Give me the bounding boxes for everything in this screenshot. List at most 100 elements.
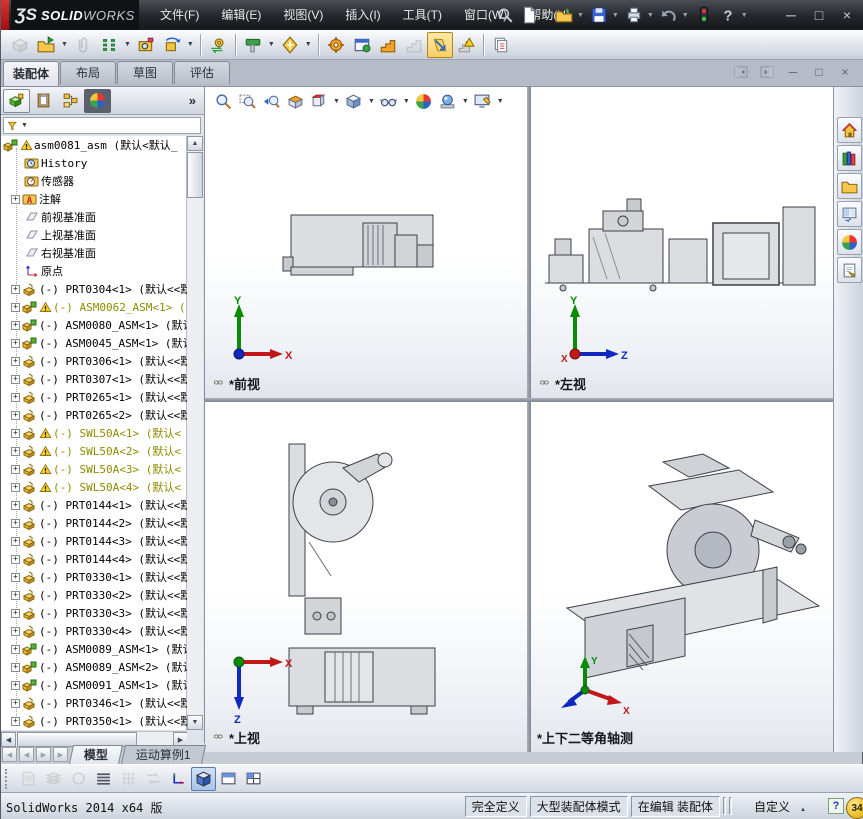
tangent-edges-button[interactable] — [91, 767, 116, 791]
design-library-button[interactable] — [836, 145, 862, 171]
tree-item[interactable]: + (-) PRT0330<3> (默认<<默 — [1, 604, 187, 622]
tree-item[interactable]: + (-) PRT0144<1> (默认<<默 — [1, 496, 187, 514]
tree-expand-button[interactable]: + — [11, 410, 20, 420]
move-component-button[interactable] — [205, 32, 231, 58]
dropdown-caret-icon[interactable]: ▼ — [368, 98, 375, 105]
rotate-component-button[interactable] — [159, 32, 185, 58]
shaded-with-edges-button[interactable] — [191, 766, 216, 791]
doc-restore-button[interactable]: □ — [810, 64, 828, 80]
featuremanager-tab[interactable] — [3, 88, 30, 113]
study-nav-last-button[interactable]: ▶ — [53, 747, 68, 762]
previous-view-button[interactable] — [259, 90, 283, 114]
simulation-button[interactable] — [323, 32, 349, 58]
study-nav-first-button[interactable]: ◀ — [2, 747, 17, 762]
customize-status-button[interactable]: 自定义 ▲ — [746, 797, 816, 816]
dropdown-caret-icon[interactable]: ▼ — [187, 41, 194, 48]
viewport-top[interactable]: X Z *上视 — [205, 402, 527, 752]
rebuild-traffic-light-button[interactable] — [692, 3, 716, 27]
solidworks-resources-button[interactable] — [836, 117, 862, 143]
tree-expand-button[interactable]: + — [11, 302, 20, 312]
appearances-scenes-button[interactable] — [836, 229, 862, 255]
tree-item[interactable]: 原点 — [1, 262, 187, 280]
tree-item[interactable]: + (-) ASM0091_ASM<1> (默认 — [1, 676, 187, 694]
menu-item[interactable]: 工具(T) — [392, 0, 453, 30]
dropdown-caret-icon[interactable]: ▼ — [268, 41, 275, 48]
tree-vertical-scrollbar[interactable]: ▲ ▼ — [186, 136, 203, 730]
tree-item[interactable]: + (-) SWL50A<2> (默认< — [1, 442, 187, 460]
component-pattern-button[interactable] — [96, 32, 122, 58]
tree-expand-button[interactable]: + — [11, 374, 20, 384]
assembly-features-button[interactable] — [133, 32, 159, 58]
dropdown-caret-icon[interactable]: ▼ — [612, 12, 619, 19]
tree-expand-button[interactable]: + — [11, 698, 20, 708]
tree-item[interactable]: History — [1, 154, 187, 172]
attach-component-button[interactable] — [70, 32, 96, 58]
pane-left-button[interactable] — [732, 64, 750, 80]
apply-scene-button[interactable] — [436, 90, 460, 114]
close-button[interactable]: × — [838, 7, 856, 23]
help-button[interactable]: ? — [716, 3, 740, 27]
view-palette-button[interactable] — [836, 201, 862, 227]
viewport-splitter-vertical[interactable] — [527, 87, 531, 752]
tree-expand-button[interactable]: + — [11, 518, 20, 528]
menu-item[interactable]: 编辑(E) — [210, 0, 272, 30]
tree-item[interactable]: + (-) PRT0330<1> (默认<<默 — [1, 568, 187, 586]
tree-expand-button[interactable]: + — [11, 554, 20, 564]
tree-item[interactable]: + (-) PRT0144<2> (默认<<默 — [1, 514, 187, 532]
layers-button[interactable] — [41, 767, 66, 791]
search-button[interactable] — [493, 3, 517, 27]
tree-expand-button[interactable]: + — [11, 392, 20, 402]
insert-component-button[interactable] — [33, 32, 59, 58]
tree-expand-button[interactable]: + — [11, 680, 20, 690]
tree-item[interactable]: + (-) ASM0080_ASM<1> (默认 — [1, 316, 187, 334]
menu-item[interactable]: 视图(V) — [272, 0, 334, 30]
view-settings-button[interactable] — [471, 90, 495, 114]
study-tab-模型[interactable]: 模型 — [68, 745, 124, 764]
edit-appearance-button[interactable] — [412, 90, 436, 114]
notification-badge[interactable]: 34 — [846, 797, 863, 819]
component-preview-window-button[interactable] — [349, 32, 375, 58]
tree-item[interactable]: + A 注解 — [1, 190, 187, 208]
dropdown-caret-icon[interactable]: ▼ — [497, 98, 504, 105]
tree-item[interactable]: + (-) PRT0330<2> (默认<<默 — [1, 586, 187, 604]
viewport-left[interactable]: Y Z X *左视 — [531, 87, 833, 398]
viewport-splitter-horizontal[interactable] — [205, 398, 833, 402]
tree-filter-input[interactable]: ▼ — [3, 117, 201, 134]
dropdown-caret-icon[interactable]: ▼ — [741, 12, 748, 19]
tree-item[interactable]: + (-) PRT0350<1> (默认<<默 — [1, 712, 187, 730]
zoom-to-area-button[interactable] — [235, 90, 259, 114]
dropdown-caret-icon[interactable]: ▼ — [647, 12, 654, 19]
tree-expand-button[interactable]: + — [11, 590, 20, 600]
dropdown-caret-icon[interactable]: ▼ — [682, 12, 689, 19]
tree-item[interactable]: + (-) PRT0265<2> (默认<<默 — [1, 406, 187, 424]
study-nav-prev-button[interactable]: ◀ — [19, 747, 34, 762]
swap-views-button[interactable] — [141, 767, 166, 791]
scroll-down-arrow[interactable]: ▼ — [187, 715, 203, 730]
tree-expand-button[interactable]: + — [11, 500, 20, 510]
tree-expand-button[interactable]: + — [11, 644, 20, 654]
tree-item[interactable]: + (-) SWL50A<3> (默认< — [1, 460, 187, 478]
dropdown-caret-icon[interactable]: ▼ — [403, 98, 410, 105]
tree-item[interactable]: + (-) ASM0045_ASM<1> (默认 — [1, 334, 187, 352]
new-document-button[interactable] — [517, 3, 541, 27]
tree-item[interactable]: + (-) ASM0089_ASM<1> (默认 — [1, 640, 187, 658]
configurationmanager-tab[interactable] — [57, 89, 84, 113]
tree-item[interactable]: + (-) PRT0144<3> (默认<<默 — [1, 532, 187, 550]
viewport-isometric[interactable]: Y X *上下二等角轴测 — [531, 402, 833, 752]
toolbar-grip[interactable] — [5, 768, 10, 789]
tree-expand-button[interactable]: + — [11, 320, 20, 330]
hide-show-items-button[interactable] — [377, 90, 401, 114]
tree-item[interactable]: + (-) PRT0330<4> (默认<<默 — [1, 622, 187, 640]
status-help-button[interactable]: ? — [828, 798, 844, 814]
tree-item[interactable]: 传感器 — [1, 172, 187, 190]
single-viewport-button[interactable] — [216, 767, 241, 791]
exploded-view-button[interactable] — [375, 32, 401, 58]
large-assembly-mode-button[interactable] — [426, 31, 453, 58]
tab-评估[interactable]: 评估 — [174, 61, 230, 84]
display-style-button[interactable] — [342, 90, 366, 114]
doc-close-button[interactable]: × — [836, 64, 854, 80]
tree-expand-button[interactable]: + — [11, 608, 20, 618]
sketch-pages-button[interactable] — [16, 767, 41, 791]
tree-item[interactable]: + (-) ASM0089_ASM<2> (默认 — [1, 658, 187, 676]
doc-minimize-button[interactable]: ─ — [784, 64, 802, 80]
